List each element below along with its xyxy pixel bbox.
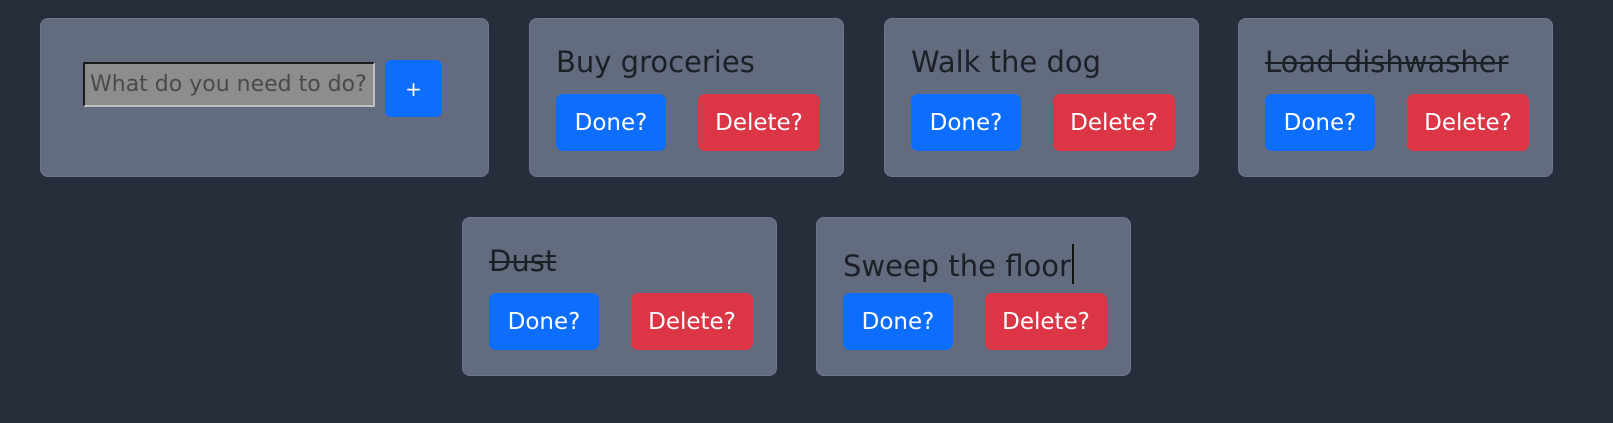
delete-button[interactable]: Delete?	[985, 293, 1107, 350]
todo-title: Load dishwasher	[1265, 45, 1509, 79]
todo-title: Sweep the floor	[843, 244, 1074, 284]
todo-card: Buy groceries Done? Delete?	[529, 18, 844, 177]
todo-title: Buy groceries	[556, 45, 755, 79]
todo-card: Dust Done? Delete?	[462, 217, 777, 376]
add-todo-card: +	[40, 18, 489, 177]
text-cursor	[1071, 244, 1074, 284]
done-button[interactable]: Done?	[843, 293, 953, 350]
todo-title: Dust	[489, 244, 557, 278]
todo-title: Walk the dog	[911, 45, 1102, 79]
todo-card: Sweep the floor Done? Delete?	[816, 217, 1131, 376]
done-button[interactable]: Done?	[1265, 94, 1375, 151]
todo-card: Load dishwasher Done? Delete?	[1238, 18, 1553, 177]
done-button[interactable]: Done?	[489, 293, 599, 350]
new-todo-input[interactable]	[83, 62, 375, 107]
done-button[interactable]: Done?	[556, 94, 666, 151]
done-button[interactable]: Done?	[911, 94, 1021, 151]
todo-card: Walk the dog Done? Delete?	[884, 18, 1199, 177]
delete-button[interactable]: Delete?	[1053, 94, 1175, 151]
delete-button[interactable]: Delete?	[698, 94, 820, 151]
delete-button[interactable]: Delete?	[1407, 94, 1529, 151]
add-todo-button[interactable]: +	[385, 60, 442, 117]
todo-title-text: Sweep the floor	[843, 249, 1071, 283]
delete-button[interactable]: Delete?	[631, 293, 753, 350]
